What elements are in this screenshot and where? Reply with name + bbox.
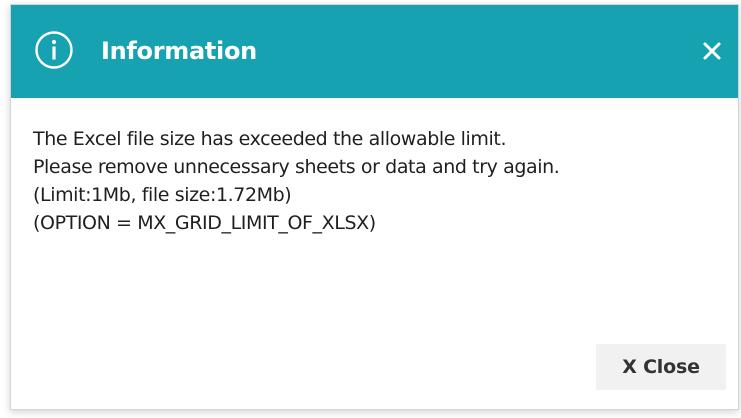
dialog-header: Information	[11, 5, 738, 98]
message-line: (Limit:1Mb, file size:1.72Mb)	[33, 184, 292, 206]
message-line: The Excel file size has exceeded the all…	[33, 128, 507, 150]
information-dialog: Information The Excel file size has exce…	[10, 4, 739, 410]
dialog-title: Information	[101, 37, 257, 65]
message-line: (OPTION = MX_GRID_LIMIT_OF_XLSX)	[33, 212, 376, 234]
close-icon[interactable]	[696, 35, 728, 67]
info-circle-icon	[35, 31, 73, 69]
close-button[interactable]: X Close	[596, 344, 726, 390]
message-line: Please remove unnecessary sheets or data…	[33, 156, 560, 178]
dialog-message: The Excel file size has exceeded the all…	[33, 125, 718, 237]
